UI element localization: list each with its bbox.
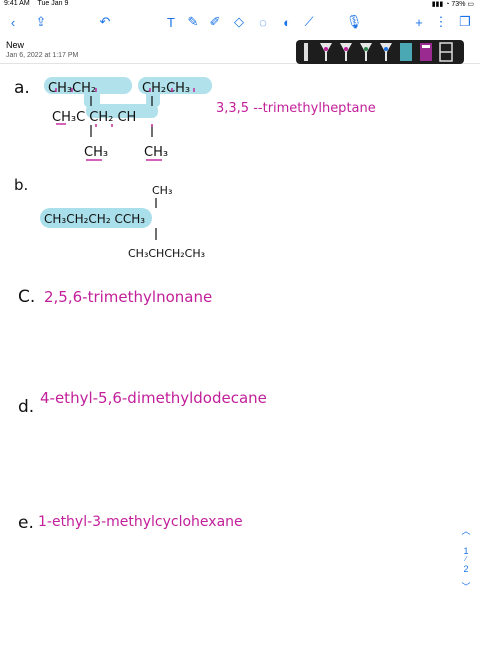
highlighter-icon[interactable]: ✐ [206,13,224,31]
status-bar: 9:41 AM Tue Jan 9 ▮▮▮ ◔ 73% ▭ [0,0,480,10]
pen-palette-graphic [304,42,453,62]
microphone-icon[interactable]: 🎙︎ [345,13,363,31]
text-c: 2,5,6-trimethylnonane [44,288,212,306]
ruler-icon[interactable]: ⟋ [300,13,318,31]
shapes-icon[interactable]: ◐ [278,13,296,31]
battery-percent: 73% [451,1,466,8]
chevron-left-icon[interactable]: ‹ [4,13,22,31]
pen-tool-icon[interactable]: ✎ [184,13,202,31]
lasso-icon[interactable]: ◌ [254,13,272,31]
text-d: 4-ethyl-5,6-dimethyldodecane [40,389,267,407]
page-divider: ⁄ [465,556,467,563]
pen-slot-7[interactable] [420,43,432,61]
label-a: a. [14,78,30,98]
more-icon[interactable]: ⋮ [432,13,450,31]
current-page: 1 [463,546,469,556]
a-top-right: CH₂CH₃ [142,81,190,96]
status-left: 9:41 AM Tue Jan 9 [4,0,74,7]
a-bottom-right: CH₃ [144,145,168,160]
label-e: e. [18,513,34,533]
signal-icon: ▮▮▮ [431,1,444,8]
label-b: b. [14,176,28,194]
page-up-icon[interactable]: ︿ [456,524,476,537]
eraser-icon[interactable]: ◇ [230,13,248,31]
b-top: CH₃ [152,184,172,197]
undo-icon[interactable]: ↶ [96,13,114,31]
battery-icon: ▭ [467,1,474,8]
pages-icon[interactable]: ❐ [456,13,474,31]
a-main-chain: CH₃C CH₂ CH [52,110,136,125]
text-tool-icon[interactable]: T [162,13,180,31]
pen-slot-3[interactable] [340,43,352,61]
status-right: ▮▮▮ ◔ 73% ▭ [432,0,474,8]
b-bottom: CH₃CHCH₂CH₃ [128,247,205,260]
page-indicator: ︿ 1 ⁄ 2 ﹀ [456,520,476,600]
pen-palette [296,40,464,64]
b-main-chain: CH₃CH₂CH₂ CCH₃ [44,212,145,226]
note-title[interactable]: New [6,40,24,50]
toolbar: ‹ ⇪ ↶ T ✎ ✐ ◇ ◌ ◐ ⟋ 🎙︎ + ⋮ ❐ [0,10,480,36]
pen-slot-8[interactable] [439,42,453,62]
add-icon[interactable]: + [410,13,428,31]
pen-slot-1[interactable] [304,43,308,61]
status-date: Tue Jan 9 [37,0,69,7]
share-icon[interactable]: ⇪ [32,13,50,31]
pen-slot-6[interactable] [400,43,412,61]
note-canvas[interactable]: a. CH₃CH₂ CH₂CH₃ CH₃C CH₂ CH CH₃ CH₃ 3,3… [0,64,480,640]
page-down-icon[interactable]: ﹀ [456,580,476,593]
pen-slot-2[interactable] [320,43,332,61]
pen-slot-4[interactable] [360,43,372,61]
label-c: C. [18,287,35,307]
status-time: 9:41 AM [4,0,30,7]
text-e: 1-ethyl-3-methylcyclohexane [38,514,243,530]
pen-slot-5[interactable] [380,43,392,61]
wifi-icon: ◔ [445,1,450,8]
total-pages: 2 [463,564,469,574]
answer-a: 3,3,5 --trimethylheptane [216,101,376,116]
label-d: d. [18,397,34,417]
note-date: Jan 6, 2022 at 1:17 PM [6,52,79,59]
a-bottom-left: CH₃ [84,145,108,160]
handwriting-layer: a. CH₃CH₂ CH₂CH₃ CH₃C CH₂ CH CH₃ CH₃ 3,3… [14,77,376,533]
